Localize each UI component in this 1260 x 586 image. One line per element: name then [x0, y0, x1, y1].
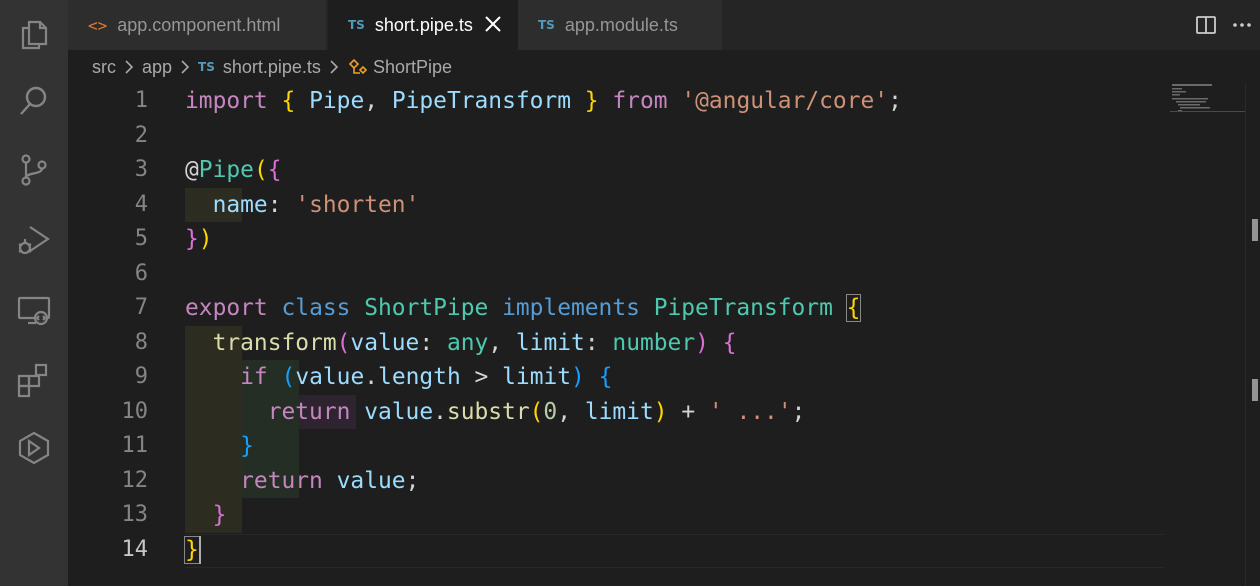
line-number: 13: [121, 502, 149, 527]
tab-short-pipe-ts[interactable]: TS short.pipe.ts: [328, 0, 518, 50]
tab-label: short.pipe.ts: [374, 14, 473, 35]
breadcrumb-item-src[interactable]: src: [92, 57, 116, 78]
more-actions-button[interactable]: [1224, 0, 1260, 50]
code-line-14: }: [184, 535, 200, 564]
line-number: 1: [134, 88, 148, 113]
tab-label: app.module.ts: [564, 14, 678, 35]
breadcrumb-item-app[interactable]: app: [142, 57, 172, 78]
code-line-4: name: 'shorten': [212, 191, 420, 218]
line-number-gutter: 1 2 3 4 5 6 7 8 9 10 11 12 13 14: [68, 84, 149, 586]
code-area[interactable]: import { Pipe, PipeTransform } from '@an…: [184, 84, 1165, 586]
scrollbar-marker: [1252, 219, 1258, 241]
editor-tab-bar: <> app.component.html TS short.pipe.ts T…: [68, 0, 1260, 50]
tab-app-component-html[interactable]: <> app.component.html: [68, 0, 326, 50]
code-line-10: return value.substr(0, limit) + ' ...';: [267, 398, 806, 425]
tab-app-module-ts[interactable]: TS app.module.ts: [518, 0, 722, 50]
line-number: 12: [121, 467, 149, 493]
source-control-icon[interactable]: [0, 140, 68, 200]
close-icon[interactable]: [482, 13, 504, 35]
current-line-highlight: [185, 534, 1165, 568]
chevron-right-icon: [181, 60, 190, 74]
typescript-icon: TS: [198, 60, 215, 74]
split-editor-button[interactable]: [1188, 0, 1224, 50]
tab-actions: [1188, 0, 1260, 50]
line-number: 8: [134, 329, 148, 355]
activity-bar: [0, 0, 68, 586]
search-icon[interactable]: [0, 71, 68, 131]
text-cursor: [199, 536, 201, 564]
class-symbol-icon: [348, 58, 368, 75]
breadcrumb: src app TS short.pipe.ts ShortPipe: [68, 50, 1260, 84]
code-line-1: import { Pipe, PipeTransform } from '@an…: [185, 88, 902, 114]
code-line-11: }: [240, 433, 254, 459]
split-editor-icon: [1196, 16, 1216, 34]
line-number: 7: [134, 295, 148, 320]
typescript-icon: TS: [348, 18, 365, 32]
run-debug-icon[interactable]: [0, 210, 68, 270]
typescript-icon: TS: [538, 18, 555, 32]
line-number: 4: [134, 191, 148, 217]
scrollbar-marker: [1252, 379, 1258, 401]
code-line-7: export class ShortPipe implements PipeTr…: [185, 294, 862, 322]
line-number: 6: [134, 260, 148, 286]
chevron-right-icon: [330, 60, 339, 74]
ellipsis-icon: [1233, 23, 1251, 27]
code-line-13: }: [212, 502, 227, 528]
code-line-3: @Pipe({: [185, 157, 282, 183]
code-line-12: return value;: [240, 467, 420, 494]
html-brackets-icon: <>: [88, 15, 108, 35]
line-number: 11: [121, 433, 149, 458]
remote-explorer-icon[interactable]: [0, 280, 68, 340]
tab-label: app.component.html: [117, 14, 281, 35]
line-number: 2: [134, 122, 148, 148]
line-number-current: 14: [121, 536, 149, 562]
vertical-scrollbar[interactable]: [1245, 84, 1260, 586]
minimap[interactable]: [1170, 84, 1246, 124]
angular-icon[interactable]: [0, 418, 68, 478]
line-number: 3: [134, 157, 148, 182]
chevron-right-icon: [125, 60, 134, 74]
extensions-icon[interactable]: [0, 350, 68, 410]
line-number: 5: [134, 226, 148, 251]
code-editor[interactable]: 1 2 3 4 5 6 7 8 9 10 11 12 13 14 import …: [68, 84, 1260, 586]
breadcrumb-item-class[interactable]: ShortPipe: [373, 57, 452, 78]
breadcrumb-item-file[interactable]: short.pipe.ts: [223, 57, 321, 78]
code-line-5: }): [185, 226, 213, 252]
code-line-8: transform(value: any, limit: number) {: [212, 329, 737, 356]
code-line-9: if (value.length > limit) {: [240, 364, 613, 390]
line-number: 10: [121, 398, 149, 424]
files-icon[interactable]: [0, 4, 68, 64]
line-number: 9: [134, 364, 148, 389]
